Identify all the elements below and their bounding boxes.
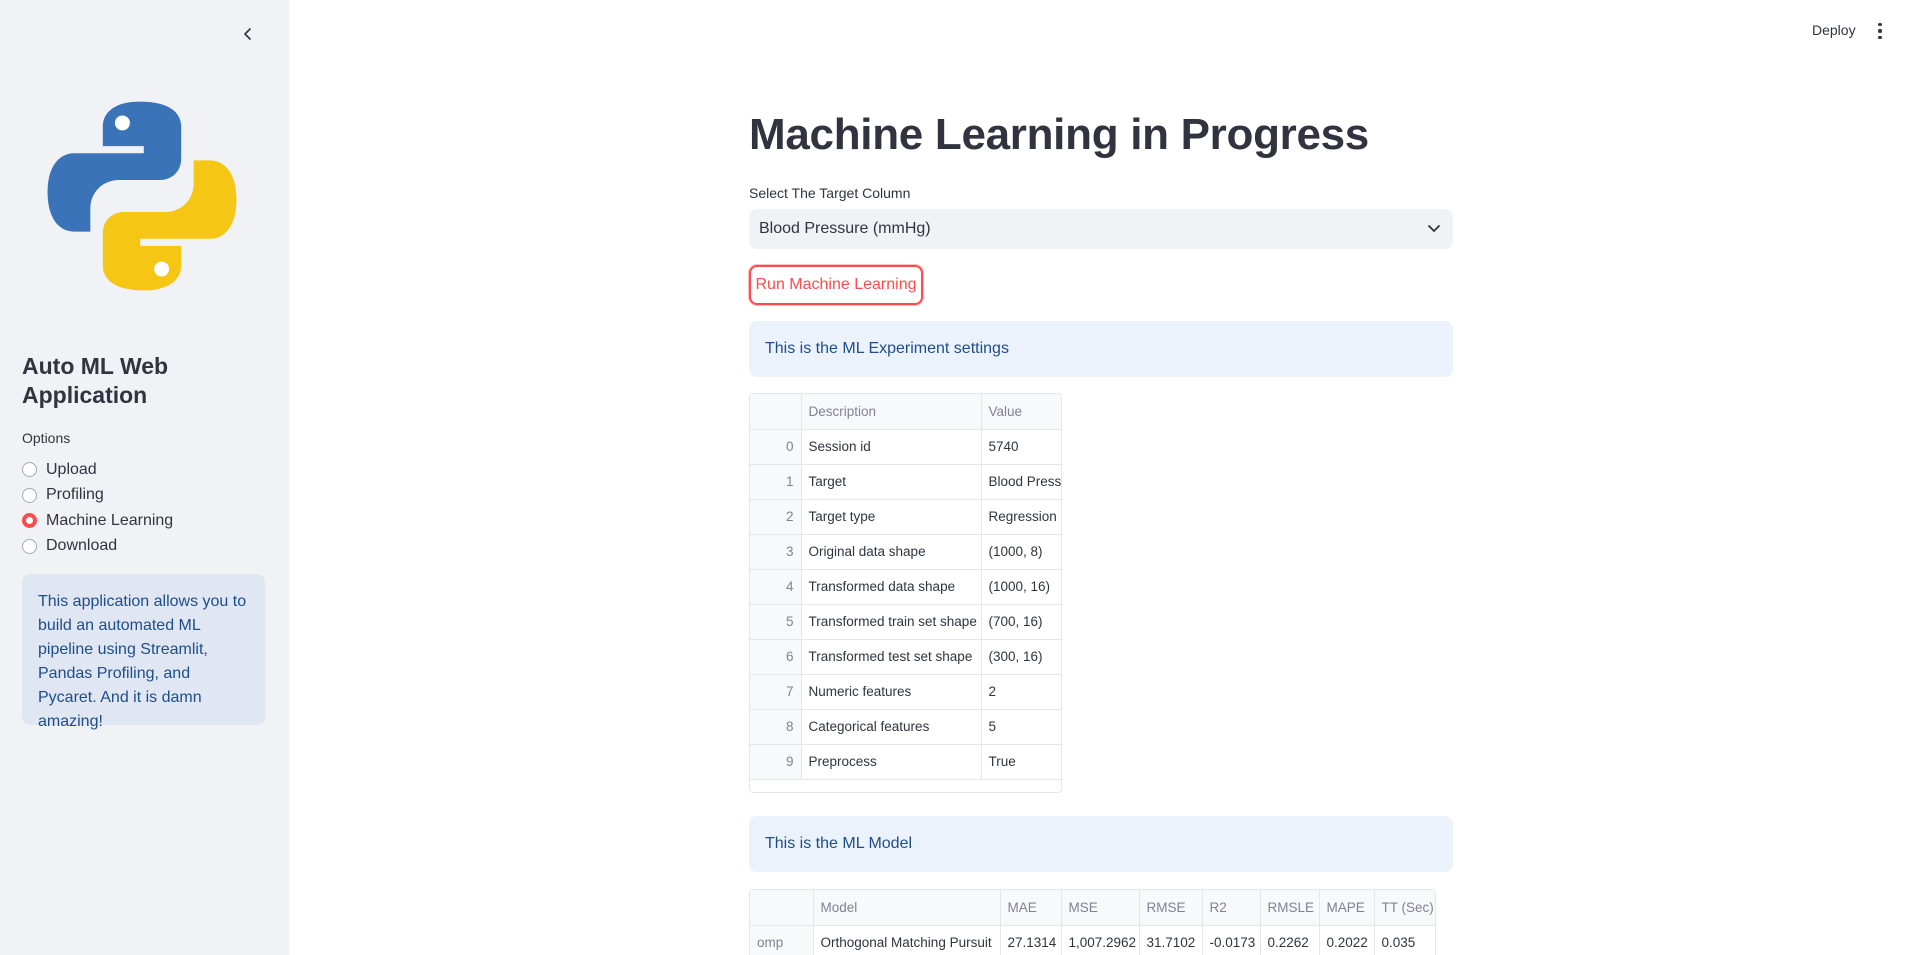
row-index[interactable]: 7: [750, 674, 802, 710]
app-title: Auto ML Web Application: [22, 353, 169, 408]
row-index[interactable]: 8: [750, 709, 802, 745]
radio-option-label: Machine Learning: [46, 511, 174, 529]
column-header[interactable]: TT (Sec): [1374, 890, 1435, 926]
sidebar: Auto ML Web Application Options Upload P…: [0, 0, 289, 955]
radio-option-profiling[interactable]: Profiling: [22, 483, 173, 509]
python-logo-icon: [47, 101, 237, 291]
radio-button-icon: [22, 538, 37, 554]
table-row[interactable]: 6 Transformed test set shape (300, 16): [750, 639, 1061, 675]
radio-button-icon: [22, 462, 37, 478]
table-row[interactable]: 2 Target type Regression: [750, 499, 1061, 535]
table-cell[interactable]: 1,007.2962: [1061, 925, 1140, 955]
table-cell[interactable]: Transformed train set shape: [801, 604, 982, 640]
model-dataframe[interactable]: Model MAE MSE RMSE R2 RMSLE MAPE TT (Sec) omp Or…: [749, 889, 1436, 955]
table-cell[interactable]: Orthogonal Matching Pursuit: [813, 925, 1001, 955]
column-header[interactable]: MSE: [1061, 890, 1140, 926]
index-header[interactable]: [750, 394, 802, 430]
radio-option-label: Upload: [46, 460, 97, 478]
table-row[interactable]: 7 Numeric features 2: [750, 674, 1061, 710]
table-cell[interactable]: -0.0173: [1202, 925, 1261, 955]
table-cell[interactable]: (700, 16): [981, 604, 1061, 640]
table-cell[interactable]: Transformed test set shape: [801, 639, 982, 675]
table-cell[interactable]: 2: [981, 674, 1061, 710]
chevron-left-icon: [244, 28, 251, 40]
table-cell[interactable]: Original data shape: [801, 534, 982, 570]
row-index[interactable]: 2: [750, 499, 802, 535]
table-cell[interactable]: 0.2022: [1319, 925, 1375, 955]
table-cell[interactable]: 27.1314: [1000, 925, 1062, 955]
table-cell[interactable]: True: [981, 744, 1061, 780]
deploy-button[interactable]: Deploy: [1812, 22, 1856, 38]
column-header[interactable]: MAE: [1000, 890, 1062, 926]
table-cell[interactable]: Transformed data shape: [801, 569, 982, 605]
chevron-down-icon: [1428, 225, 1440, 232]
kebab-dot-icon: [1878, 22, 1882, 27]
table-cell[interactable]: Preprocess: [801, 744, 982, 780]
settings-dataframe[interactable]: Description Value 0 Session id 5740 1 Target B…: [749, 393, 1062, 793]
row-index[interactable]: 6: [750, 639, 802, 675]
main-menu-button[interactable]: [1872, 20, 1888, 42]
table-cell[interactable]: Target type: [801, 499, 982, 535]
table-cell[interactable]: Regression: [981, 499, 1061, 535]
kebab-dot-icon: [1878, 35, 1882, 40]
model-alert: This is the ML Model: [749, 816, 1453, 872]
row-index[interactable]: 0: [750, 429, 802, 465]
table-cell[interactable]: Categorical features: [801, 709, 982, 745]
table-row[interactable]: 4 Transformed data shape (1000, 16): [750, 569, 1061, 605]
table-cell[interactable]: (300, 16): [981, 639, 1061, 675]
table-cell[interactable]: Session id: [801, 429, 982, 465]
table-row[interactable]: 5 Transformed train set shape (700, 16): [750, 604, 1061, 640]
row-index[interactable]: 1: [750, 464, 802, 500]
radio-option-label: Download: [46, 537, 118, 555]
column-header[interactable]: RMSE: [1139, 890, 1203, 926]
column-header[interactable]: Value: [981, 394, 1061, 430]
radio-option-label: Profiling: [46, 486, 104, 504]
table-row[interactable]: 3 Original data shape (1000, 8): [750, 534, 1061, 570]
row-index[interactable]: 9: [750, 744, 802, 780]
select-value: Blood Pressure (mmHg): [759, 220, 931, 237]
options-label: Options: [22, 430, 71, 446]
kebab-dot-icon: [1878, 29, 1882, 33]
page-title: Machine Learning in Progress: [749, 110, 1369, 159]
table-cell[interactable]: Numeric features: [801, 674, 982, 710]
table-row[interactable]: omp Orthogonal Matching Pursuit 27.1314 1,0…: [750, 925, 1435, 955]
radio-option-upload[interactable]: Upload: [22, 457, 173, 483]
table-row[interactable]: 9 Preprocess True: [750, 744, 1061, 780]
info-box: This application allows you to build an …: [22, 574, 265, 730]
table-row[interactable]: 1TargetBlood Pressure (mmHg): [750, 464, 1061, 500]
options-radio-group: Upload Profiling Machine Learning Downlo…: [22, 457, 173, 559]
settings-alert: This is the ML Experiment settings: [749, 321, 1453, 377]
table-cell[interactable]: 31.7102: [1139, 925, 1203, 955]
target-column-select[interactable]: Blood Pressure (mmHg): [749, 209, 1453, 249]
select-label: Select The Target Column: [749, 185, 911, 201]
row-index[interactable]: 4: [750, 569, 802, 605]
index-header[interactable]: [750, 890, 814, 926]
table-cell[interactable]: 0.035: [1374, 925, 1435, 955]
table-cell[interactable]: 5740: [981, 429, 1061, 465]
row-index[interactable]: 5: [750, 604, 802, 640]
column-header[interactable]: MAPE: [1319, 890, 1375, 926]
column-header[interactable]: RMSLE: [1260, 890, 1320, 926]
column-header[interactable]: Model: [813, 890, 1001, 926]
radio-button-selected-icon: [22, 513, 37, 529]
table-cell[interactable]: 5: [981, 709, 1061, 745]
table-cell[interactable]: Blood Pressure (mmHg): [981, 464, 1061, 500]
radio-button-icon: [22, 487, 37, 503]
table-cell[interactable]: 0.2262: [1260, 925, 1320, 955]
column-header[interactable]: Description: [801, 394, 982, 430]
table-row[interactable]: 0 Session id 5740: [750, 429, 1061, 465]
radio-option-machine-learning[interactable]: Machine Learning: [22, 508, 173, 534]
radio-option-download[interactable]: Download: [22, 534, 173, 560]
table-row[interactable]: 8 Categorical features 5: [750, 709, 1061, 745]
table-cell[interactable]: (1000, 8): [981, 534, 1061, 570]
row-index[interactable]: omp: [750, 925, 814, 955]
table-cell[interactable]: Target: [801, 464, 982, 500]
collapse-sidebar-button[interactable]: [236, 22, 260, 46]
row-index[interactable]: 3: [750, 534, 802, 570]
column-header[interactable]: R2: [1202, 890, 1261, 926]
run-machine-learning-button[interactable]: Run Machine Learning: [749, 265, 923, 305]
table-cell[interactable]: (1000, 16): [981, 569, 1061, 605]
